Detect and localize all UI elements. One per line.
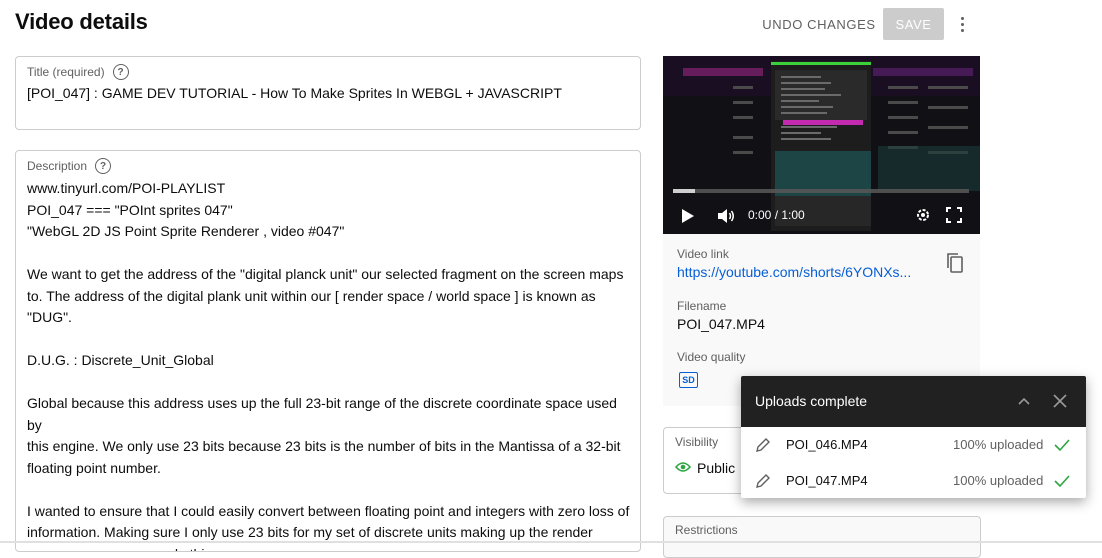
description-line: space ensures we can do this. [27, 544, 633, 552]
settings-gear-icon[interactable] [915, 207, 931, 223]
pencil-icon[interactable] [755, 437, 771, 453]
description-line: to. The address of the digital plank uni… [27, 287, 596, 304]
title-field[interactable]: Title (required) ? [POI_047] : GAME DEV … [15, 56, 641, 130]
description-line: I wanted to ensure that I could easily c… [27, 502, 630, 519]
video-preview-card: 0:00 / 1:00 Video link https://youtube.c… [663, 56, 980, 406]
pencil-icon[interactable] [755, 473, 771, 489]
sd-quality-icon: SD [679, 372, 698, 388]
title-input[interactable]: [POI_047] : GAME DEV TUTORIAL - How To M… [27, 85, 562, 101]
visibility-label: Visibility [675, 435, 719, 449]
save-button[interactable]: SAVE [883, 8, 944, 40]
fullscreen-icon[interactable] [946, 207, 962, 223]
restrictions-label: Restrictions [675, 523, 738, 537]
description-line: www.tinyurl.com/POI-PLAYLIST [27, 180, 226, 196]
title-label: Title (required) [27, 65, 105, 79]
uploads-panel-header: Uploads complete [741, 376, 1086, 427]
description-line: POI_047 === "POInt sprites 047" [27, 201, 233, 218]
video-thumbnail [663, 56, 980, 234]
description-line [27, 479, 633, 501]
description-line: this engine. We only use 23 bits because… [27, 438, 621, 454]
page-title: Video details [15, 9, 148, 34]
description-line [27, 329, 633, 351]
description-line: "WebGL 2D JS Point Sprite Renderer , vid… [27, 223, 345, 239]
upload-item[interactable]: POI_046.MP4 100% uploaded [741, 427, 1086, 463]
video-player[interactable]: 0:00 / 1:00 [663, 56, 980, 234]
help-icon[interactable]: ? [112, 64, 129, 80]
video-link[interactable]: https://youtube.com/shorts/6YONXs... [677, 264, 927, 280]
filename-value: POI_047.MP4 [677, 316, 765, 332]
description-line [27, 372, 633, 394]
checkmark-icon [1054, 438, 1070, 452]
description-line: Global because this address uses up the … [27, 395, 617, 433]
description-input[interactable]: www.tinyurl.com/POI-PLAYLIST POI_047 ===… [27, 178, 633, 552]
restrictions-field[interactable]: Restrictions [663, 516, 981, 558]
video-time: 0:00 / 1:00 [748, 208, 805, 222]
upload-filename: POI_046.MP4 [786, 437, 868, 452]
eye-icon [674, 460, 692, 476]
play-icon[interactable] [681, 208, 695, 224]
undo-changes-button[interactable]: UNDO CHANGES [762, 8, 876, 40]
description-line: We want to get the address of the "digit… [27, 266, 624, 282]
description-line [27, 243, 633, 265]
visibility-value: Public [697, 460, 736, 476]
upload-item[interactable]: POI_047.MP4 100% uploaded [741, 463, 1086, 498]
help-icon[interactable]: ? [95, 158, 112, 174]
uploads-panel-title: Uploads complete [755, 393, 868, 409]
upload-filename: POI_047.MP4 [786, 473, 868, 488]
description-line: "DUG". [27, 309, 72, 325]
more-options-icon[interactable] [950, 10, 974, 38]
description-line: floating point number. [27, 459, 161, 476]
filename-label: Filename [677, 299, 727, 313]
volume-icon[interactable] [717, 208, 735, 224]
copy-icon[interactable] [946, 252, 964, 274]
video-link-label: Video link [677, 247, 729, 261]
description-label: Description [27, 159, 88, 173]
uploads-complete-panel: Uploads complete POI_046.MP4 100% upload… [741, 376, 1086, 498]
description-field[interactable]: Description ? www.tinyurl.com/POI-PLAYLI… [15, 150, 641, 552]
checkmark-icon [1054, 474, 1070, 488]
upload-status: 100% uploaded [953, 473, 1044, 488]
video-quality-label: Video quality [677, 350, 746, 364]
chevron-up-icon[interactable] [1017, 394, 1031, 408]
upload-status: 100% uploaded [953, 437, 1044, 452]
close-icon[interactable] [1052, 393, 1068, 409]
description-line: D.U.G. : Discrete_Unit_Global [27, 352, 214, 368]
